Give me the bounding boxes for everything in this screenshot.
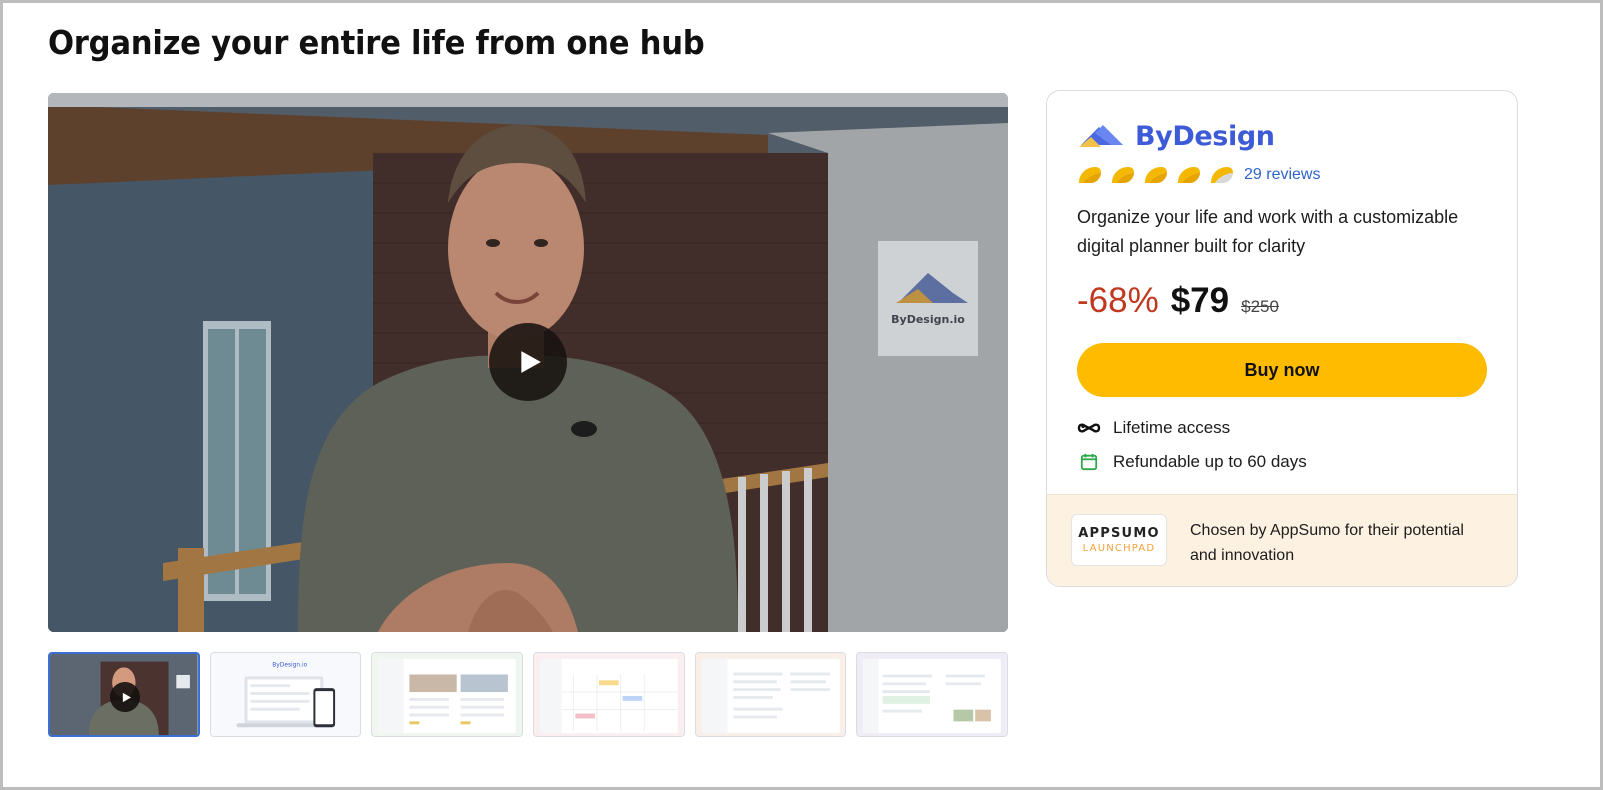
feature-lifetime-access: Lifetime access bbox=[1077, 416, 1230, 440]
taco-rating-icon bbox=[1112, 167, 1134, 183]
rating: 29 reviews bbox=[1077, 165, 1320, 185]
page-title: Organize your entire life from one hub bbox=[48, 23, 705, 62]
thumbnail-brand-text: ByDesign.io bbox=[272, 663, 307, 669]
thumbnail-image bbox=[372, 653, 523, 736]
thumbnail-image bbox=[857, 653, 1008, 736]
thumbnail-play-button bbox=[110, 682, 140, 712]
taco-rating-icon bbox=[1178, 167, 1200, 183]
thumbnail-screenshot[interactable] bbox=[694, 652, 847, 737]
product-brand[interactable]: ByDesign bbox=[1077, 119, 1275, 153]
original-price: $250 bbox=[1241, 297, 1279, 316]
thumbnail-image bbox=[695, 653, 846, 736]
thumbnail-screenshot[interactable]: ByDesign.io bbox=[209, 652, 362, 737]
thumbnail-video[interactable] bbox=[48, 652, 200, 737]
play-icon bbox=[122, 692, 131, 702]
purchase-card: ByDesign 29 reviews Organize your life a… bbox=[1046, 90, 1518, 587]
thumbnail-image bbox=[534, 653, 684, 736]
launchpad-text: Chosen by AppSumo for their potential an… bbox=[1190, 522, 1464, 564]
taco-rating-icon bbox=[1211, 167, 1233, 183]
launchpad-badge-top: APPSUMO bbox=[1078, 526, 1160, 541]
feature-refundable: Refundable up to 60 days bbox=[1077, 450, 1307, 474]
reviews-link[interactable]: 29 reviews bbox=[1244, 166, 1320, 184]
product-name: ByDesign bbox=[1135, 120, 1275, 152]
bydesign-logo-icon bbox=[1079, 125, 1123, 147]
feature-label: Lifetime access bbox=[1113, 418, 1231, 437]
thumbnail-screenshot[interactable] bbox=[533, 652, 685, 737]
thumbnail-image: ByDesign.io bbox=[210, 653, 361, 736]
calendar-check-icon bbox=[1077, 450, 1101, 474]
infinity-icon bbox=[1077, 416, 1101, 440]
appsumo-launchpad-banner: APPSUMO LAUNCHPAD Chosen by AppSumo for … bbox=[1047, 494, 1517, 586]
thumbnail-screenshot[interactable] bbox=[371, 652, 524, 737]
feature-label: Refundable up to 60 days bbox=[1113, 452, 1307, 471]
taco-rating-icon bbox=[1145, 167, 1167, 183]
page: Organize your entire life from one hub B… bbox=[3, 3, 1600, 787]
appsumo-launchpad-logo: APPSUMO LAUNCHPAD bbox=[1071, 514, 1167, 566]
video-play-button[interactable] bbox=[489, 323, 567, 401]
price-row: -68% $79 $250 bbox=[1077, 281, 1279, 321]
taco-rating-icon bbox=[1079, 167, 1101, 183]
current-price: $79 bbox=[1170, 281, 1230, 320]
buy-now-button[interactable]: Buy now bbox=[1077, 343, 1487, 397]
discount-percent: -68% bbox=[1077, 281, 1159, 320]
media-thumbnail-strip: ByDesign.io bbox=[48, 652, 1009, 737]
product-description: Organize your life and work with a custo… bbox=[1077, 207, 1459, 256]
thumbnail-screenshot[interactable] bbox=[856, 652, 1009, 737]
launchpad-badge-bottom: LAUNCHPAD bbox=[1082, 543, 1156, 554]
play-icon bbox=[521, 351, 541, 373]
video-player[interactable]: ByDesign.io bbox=[48, 93, 1008, 632]
